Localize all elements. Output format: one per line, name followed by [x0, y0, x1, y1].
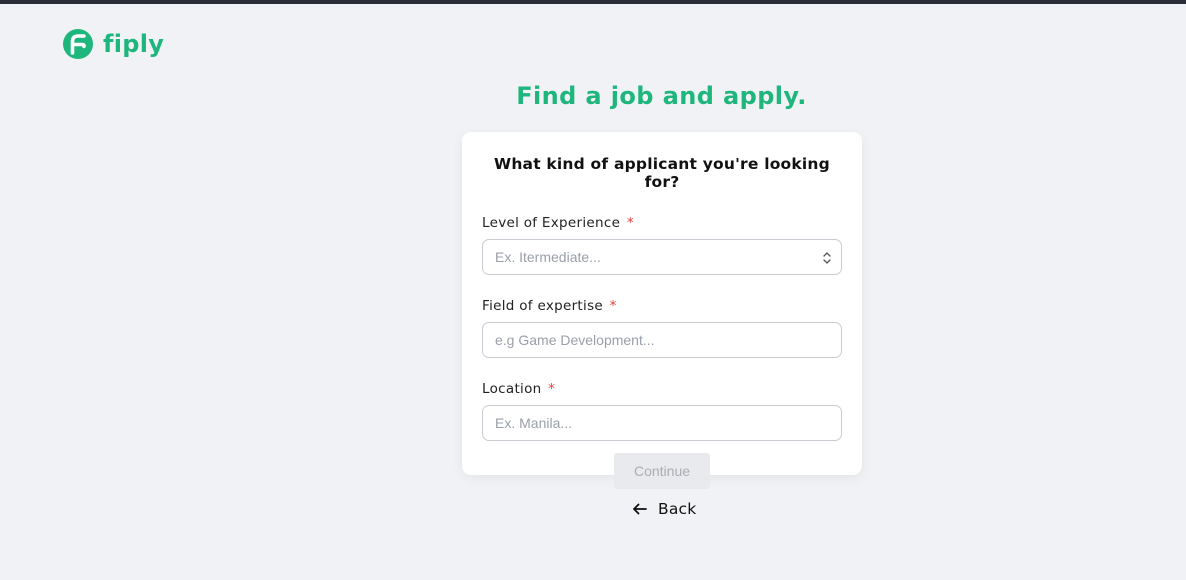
- location-label-text: Location: [482, 381, 542, 397]
- top-bar: [0, 0, 1186, 4]
- experience-label: Level of Experience *: [482, 215, 842, 232]
- chevron-up-down-icon: [823, 252, 831, 264]
- arrow-left-icon: [633, 503, 647, 515]
- required-marker: *: [609, 298, 617, 314]
- experience-label-text: Level of Experience: [482, 215, 621, 231]
- back-link[interactable]: Back: [632, 500, 696, 518]
- experience-select-placeholder: Ex. Itermediate...: [495, 249, 601, 265]
- continue-button[interactable]: Continue: [614, 453, 710, 489]
- required-marker: *: [548, 381, 556, 397]
- page-headline: Find a job and apply.: [516, 82, 807, 110]
- back-label: Back: [658, 500, 697, 518]
- location-input[interactable]: [495, 415, 829, 431]
- fiply-logo-icon: [63, 29, 93, 59]
- expertise-label-text: Field of expertise: [482, 298, 604, 314]
- form-title: What kind of applicant you're looking fo…: [494, 155, 830, 191]
- expertise-field[interactable]: [482, 322, 842, 358]
- applicant-form-card: What kind of applicant you're looking fo…: [462, 132, 862, 489]
- expertise-label: Field of expertise *: [482, 298, 842, 315]
- brand-logo[interactable]: fiply: [62, 28, 164, 60]
- location-label: Location *: [482, 381, 842, 398]
- location-field[interactable]: [482, 405, 842, 441]
- expertise-input[interactable]: [495, 332, 829, 348]
- brand-name: fiply: [103, 30, 165, 58]
- experience-select[interactable]: Ex. Itermediate...: [482, 239, 842, 275]
- required-marker: *: [626, 215, 634, 231]
